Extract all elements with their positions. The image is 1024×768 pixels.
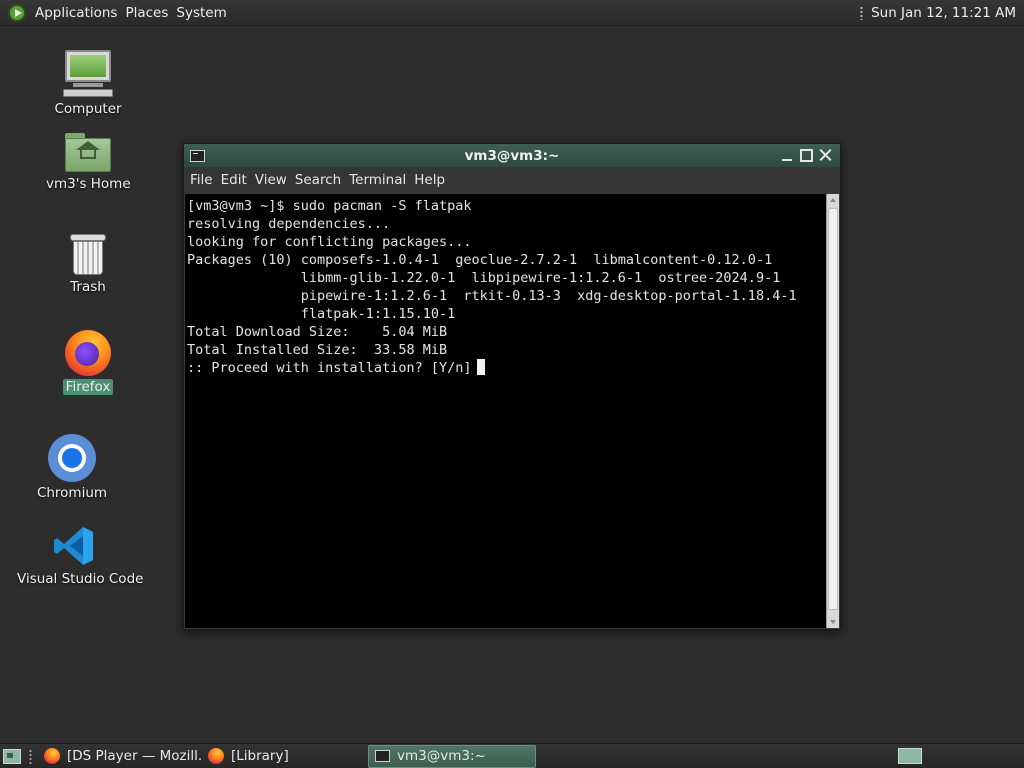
top-panel: Applications Places System Sun Jan 12, 1… — [0, 0, 1024, 26]
terminal-scrollbar[interactable] — [826, 194, 839, 628]
firefox-icon — [208, 748, 224, 764]
desktop-icon-firefox[interactable]: Firefox — [48, 330, 128, 395]
workspace-switcher[interactable] — [898, 748, 922, 764]
bottom-taskbar: [DS Player — Mozill... [Library] vm3@vm3… — [0, 743, 1024, 768]
trash-icon — [70, 232, 106, 276]
task-label: vm3@vm3:~ — [397, 748, 486, 764]
desktop-icon-label: Firefox — [62, 379, 114, 395]
desktop-icon-label: Computer — [54, 101, 122, 117]
menu-file[interactable]: File — [186, 172, 217, 188]
task-terminal[interactable]: vm3@vm3:~ — [368, 744, 536, 768]
clock[interactable]: Sun Jan 12, 11:21 AM — [871, 5, 1016, 21]
desktop-icon-label: Trash — [70, 279, 106, 295]
desktop-icon-label: vm3's Home — [46, 176, 131, 192]
terminal-line: Total Installed Size: 33.58 MiB — [187, 342, 448, 358]
panel-handle-icon — [860, 6, 864, 20]
terminal-line: [vm3@vm3 ~]$ sudo pacman -S flatpak — [187, 198, 472, 214]
task-label: [DS Player — Mozill... — [67, 748, 202, 764]
firefox-icon — [44, 748, 60, 764]
task-label: [Library] — [231, 748, 289, 764]
window-title: vm3@vm3:~ — [464, 147, 560, 164]
minimize-button[interactable] — [779, 147, 796, 164]
chromium-icon — [48, 434, 96, 482]
main-menu-logo-icon[interactable] — [8, 3, 26, 22]
task-ds-player[interactable]: [DS Player — Mozill... — [38, 745, 202, 768]
desktop-icon-label: Visual Studio Code — [17, 571, 144, 587]
menu-applications[interactable]: Applications — [31, 5, 121, 21]
menu-terminal[interactable]: Terminal — [345, 172, 410, 188]
desktop-icon-trash[interactable]: Trash — [48, 232, 128, 295]
terminal-icon — [375, 750, 390, 762]
menu-search[interactable]: Search — [291, 172, 345, 188]
menu-edit[interactable]: Edit — [217, 172, 251, 188]
menu-view[interactable]: View — [251, 172, 291, 188]
prompt-text: :: Proceed with installation? [Y/n] — [187, 360, 472, 376]
terminal-prompt-line: :: Proceed with installation? [Y/n] — [187, 359, 826, 377]
scroll-down-arrow-icon[interactable] — [830, 620, 836, 624]
show-desktop-icon[interactable] — [3, 748, 21, 764]
vscode-icon — [52, 524, 96, 568]
scroll-up-arrow-icon[interactable] — [830, 198, 836, 202]
window-titlebar[interactable]: vm3@vm3:~ — [184, 144, 840, 167]
terminal-line: flatpak-1:1.15.10-1 — [187, 306, 456, 322]
home-folder-icon — [65, 133, 111, 173]
terminal-menubar: File Edit View Search Terminal Help — [184, 167, 840, 193]
taskbar-handle-icon — [29, 748, 32, 764]
terminal-line: Total Download Size: 5.04 MiB — [187, 324, 448, 340]
terminal-line: Packages (10) composefs-1.0.4-1 geoclue-… — [187, 252, 773, 268]
maximize-button[interactable] — [798, 147, 815, 164]
terminal-line: libmm-glib-1.22.0-1 libpipewire-1:1.2.6-… — [187, 270, 781, 286]
desktop-icon-label: Chromium — [36, 485, 108, 501]
scrollbar-thumb[interactable] — [828, 208, 838, 610]
terminal-line: resolving dependencies... — [187, 216, 391, 232]
terminal-line: looking for conflicting packages... — [187, 234, 472, 250]
terminal-window: vm3@vm3:~ File Edit View Search Terminal… — [183, 143, 841, 630]
desktop-icon-vscode[interactable]: Visual Studio Code — [14, 524, 143, 587]
desktop-icon-computer[interactable]: Computer — [48, 50, 128, 117]
menu-places[interactable]: Places — [121, 5, 172, 21]
terminal-icon[interactable] — [190, 149, 205, 162]
task-library[interactable]: [Library] — [202, 745, 368, 768]
desktop-icon-chromium[interactable]: Chromium — [32, 434, 112, 501]
text-cursor — [477, 359, 486, 375]
firefox-icon — [65, 330, 111, 376]
desktop-icon-home[interactable]: vm3's Home — [43, 133, 133, 192]
menu-system[interactable]: System — [172, 5, 230, 21]
terminal-output[interactable]: [vm3@vm3 ~]$ sudo pacman -S flatpak resol… — [185, 194, 826, 628]
close-button[interactable] — [817, 147, 834, 164]
computer-icon — [63, 50, 113, 98]
menu-help[interactable]: Help — [410, 172, 449, 188]
terminal-line: pipewire-1:1.2.6-1 rtkit-0.13-3 xdg-desk… — [187, 288, 797, 304]
